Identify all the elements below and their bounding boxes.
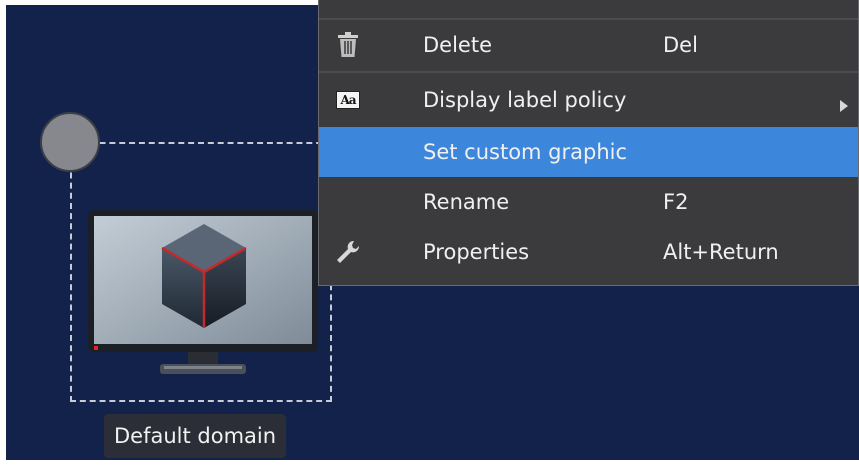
context-menu: Delete Del Aa Display label policy Set c… bbox=[318, 0, 859, 286]
menu-item-properties[interactable]: Properties Alt+Return bbox=[319, 227, 858, 277]
menu-separator bbox=[319, 71, 858, 73]
submenu-arrow-icon bbox=[840, 93, 848, 117]
menu-item-rename[interactable]: Rename F2 bbox=[319, 177, 858, 227]
node-connection-handle[interactable] bbox=[40, 112, 100, 172]
menu-item-label: Display label policy bbox=[423, 88, 627, 112]
menu-item-label: Set custom graphic bbox=[423, 140, 628, 164]
menu-item-label: Properties bbox=[423, 240, 530, 264]
menu-item-shortcut: Del bbox=[663, 33, 698, 57]
wrench-icon bbox=[335, 239, 361, 265]
menu-item-delete[interactable]: Delete Del bbox=[319, 20, 858, 70]
node-label: Default domain bbox=[104, 414, 287, 458]
menu-item-label: Delete bbox=[423, 33, 492, 57]
menu-item-shortcut: Alt+Return bbox=[663, 240, 779, 264]
menu-item-label: Rename bbox=[423, 190, 510, 214]
menu-item-set-custom-graphic[interactable]: Set custom graphic bbox=[319, 127, 858, 177]
menu-item-display-label-policy[interactable]: Aa Display label policy bbox=[319, 75, 858, 125]
font-aa-icon: Aa bbox=[335, 87, 361, 113]
monitor-with-cube-icon[interactable] bbox=[88, 210, 318, 382]
trash-icon bbox=[335, 32, 361, 58]
menu-item-shortcut: F2 bbox=[663, 190, 689, 214]
